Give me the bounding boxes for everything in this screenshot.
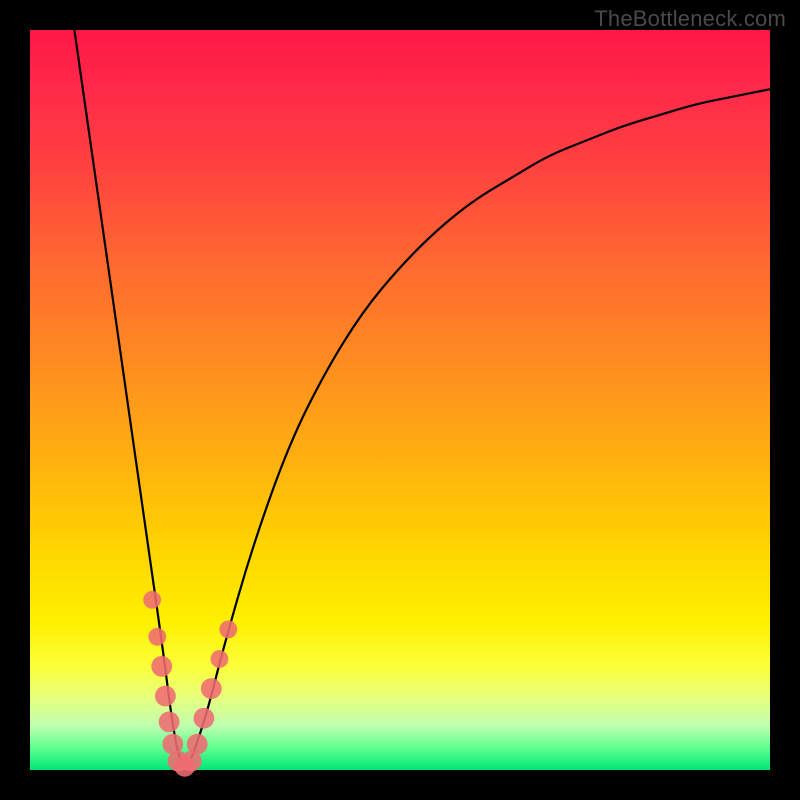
curve-marker [151,656,172,677]
curve-marker [148,628,166,646]
curve-marker [159,712,180,733]
curve-marker [155,686,176,707]
curve-markers [143,591,237,777]
curve-marker [211,650,229,668]
plot-area [30,30,770,770]
chart-frame: TheBottleneck.com [0,0,800,800]
curve-marker [201,678,222,699]
curve-marker [219,621,237,639]
curve-marker [194,708,215,729]
curve-marker [143,591,161,609]
bottleneck-curve [74,30,770,766]
curve-marker [187,734,208,755]
watermark-text: TheBottleneck.com [594,6,786,32]
chart-svg [30,30,770,770]
